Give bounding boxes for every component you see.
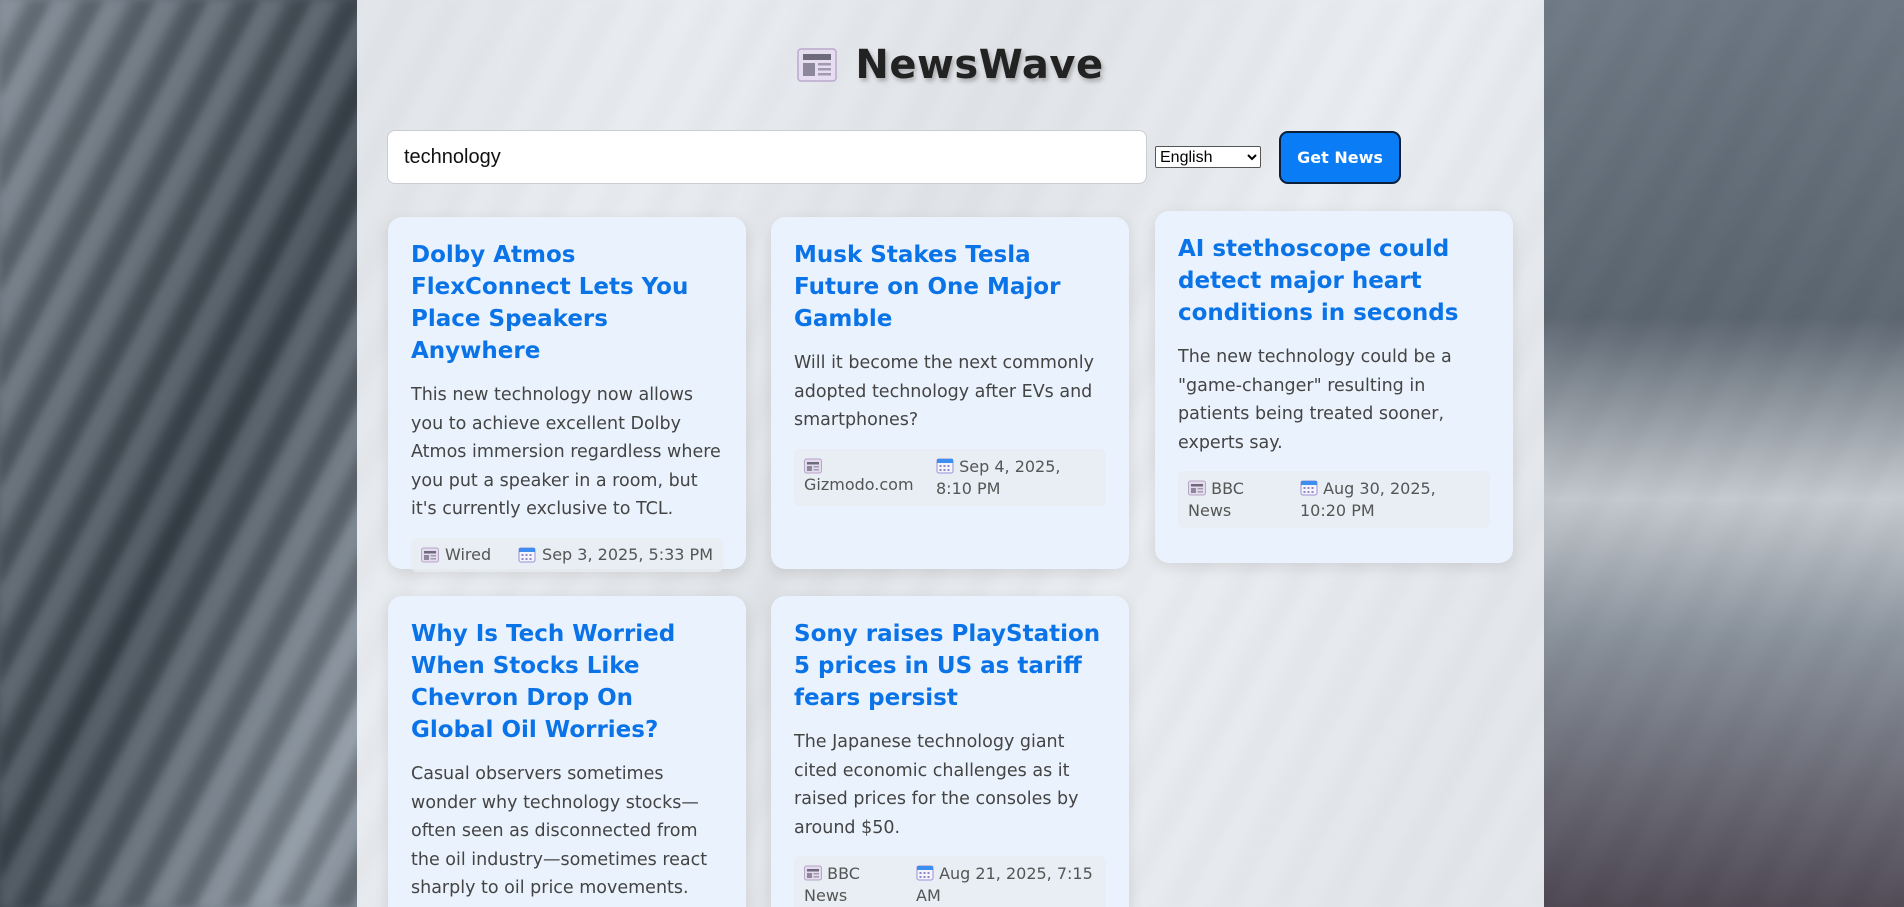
publish-date: Sep 3, 2025, 5:33 PM xyxy=(542,544,713,564)
article-source: BBC News xyxy=(804,862,894,907)
article-meta: BBC News Aug 21, 2025, 7:15 AM xyxy=(794,856,1106,907)
calendar-icon xyxy=(1300,480,1318,496)
article-title-link[interactable]: Sony raises PlayStation 5 prices in US a… xyxy=(794,618,1106,714)
article-card: Why Is Tech Worried When Stocks Like Che… xyxy=(388,596,746,907)
calendar-icon xyxy=(518,547,536,562)
article-source: Wired xyxy=(421,544,491,566)
source-name: Wired xyxy=(445,544,492,564)
get-news-button[interactable]: Get News xyxy=(1279,130,1401,184)
article-description: This new technology now allows you to ac… xyxy=(411,385,721,519)
source-name: Gizmodo.com xyxy=(804,474,914,494)
article-description: The new technology could be a "game-chan… xyxy=(1178,347,1452,453)
newspaper-icon xyxy=(804,865,822,881)
calendar-icon xyxy=(916,865,934,881)
app-title: NewsWave xyxy=(855,42,1104,88)
language-select[interactable]: English xyxy=(1155,146,1261,168)
article-meta: Wired Sep 3, 2025, 5:33 PM xyxy=(411,537,723,572)
article-description: Will it become the next commonly adopted… xyxy=(794,353,1094,430)
article-date: Sep 4, 2025, 8:10 PM xyxy=(936,455,1096,500)
article-title-link[interactable]: AI stethoscope could detect major heart … xyxy=(1178,233,1490,329)
app-header: NewsWave xyxy=(357,42,1544,88)
calendar-icon xyxy=(936,458,954,473)
newspaper-icon xyxy=(797,48,838,82)
main-panel: NewsWave English Get News Dolby Atmos Fl… xyxy=(357,0,1544,907)
article-card: Musk Stakes Tesla Future on One Major Ga… xyxy=(771,217,1129,569)
article-meta: Gizmodo.com Sep 4, 2025, 8:10 PM xyxy=(794,448,1106,506)
article-description: Casual observers sometimes wonder why te… xyxy=(411,764,708,898)
article-card: AI stethoscope could detect major heart … xyxy=(1155,211,1513,563)
article-card: Dolby Atmos FlexConnect Lets You Place S… xyxy=(388,217,746,572)
publish-date: Aug 30, 2025, 10:20 PM xyxy=(1300,479,1436,520)
article-card: Sony raises PlayStation 5 prices in US a… xyxy=(771,596,1129,907)
newspaper-icon xyxy=(1188,480,1206,496)
article-source: Gizmodo.com xyxy=(804,455,914,500)
publish-date: Aug 21, 2025, 7:15 AM xyxy=(916,864,1093,905)
article-source: BBC News xyxy=(1188,477,1278,522)
article-title-link[interactable]: Musk Stakes Tesla Future on One Major Ga… xyxy=(794,239,1106,335)
article-date: Sep 3, 2025, 5:33 PM xyxy=(518,544,713,566)
article-date: Aug 30, 2025, 10:20 PM xyxy=(1300,477,1480,522)
newspaper-icon xyxy=(421,547,439,562)
article-date: Aug 21, 2025, 7:15 AM xyxy=(916,862,1096,907)
article-description: The Japanese technology giant cited econ… xyxy=(794,732,1079,838)
article-title-link[interactable]: Dolby Atmos FlexConnect Lets You Place S… xyxy=(411,239,723,367)
publish-date: Sep 4, 2025, 8:10 PM xyxy=(936,456,1061,498)
article-title-link[interactable]: Why Is Tech Worried When Stocks Like Che… xyxy=(411,618,723,746)
search-input[interactable] xyxy=(387,130,1147,184)
page-background-right xyxy=(1544,0,1904,907)
newspaper-icon xyxy=(804,458,822,473)
article-meta: BBC News Aug 30, 2025, 10:20 PM xyxy=(1178,471,1490,528)
search-bar: English Get News xyxy=(387,130,1401,184)
